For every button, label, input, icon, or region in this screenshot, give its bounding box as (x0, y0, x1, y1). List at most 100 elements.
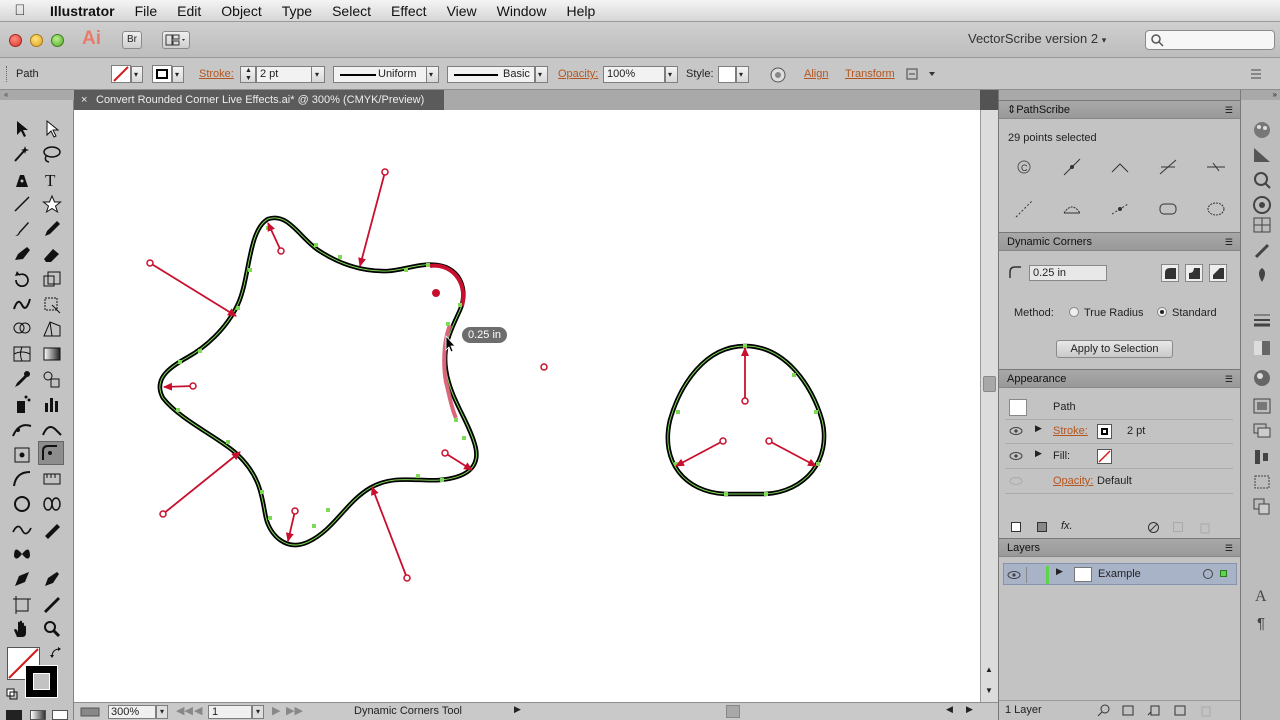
shape-builder-tool-icon[interactable] (10, 318, 34, 340)
scroll-right-icon[interactable]: ▶ (966, 704, 973, 715)
opacity-panel-link[interactable]: Opacity: (558, 68, 598, 80)
make-clipping-mask-icon[interactable] (1121, 704, 1135, 717)
brush-dropdown[interactable]: ▾ (535, 66, 548, 83)
menu-select[interactable]: Select (322, 3, 381, 19)
hand-tool-icon[interactable] (10, 618, 34, 640)
workspace-switcher[interactable]: VectorScribe version 2 ▾ (968, 31, 1106, 46)
star-tool-icon[interactable] (40, 193, 64, 215)
recolor-artwork-icon[interactable] (769, 66, 787, 84)
layer-target-icon[interactable] (1203, 569, 1213, 579)
artboard-number-input[interactable]: 1 (208, 705, 252, 719)
symbol-sprayer-tool-icon[interactable] (10, 393, 34, 415)
none-mode-button[interactable] (52, 710, 68, 720)
clear-appearance-icon[interactable] (1147, 521, 1160, 534)
brush-definition-select[interactable]: Basic (447, 66, 535, 83)
artboard-canvas[interactable]: 0.25 in (74, 110, 980, 702)
appearance-fill-row[interactable]: ▶ Fill: (1005, 445, 1233, 469)
smooth-point-icon[interactable] (1157, 156, 1179, 178)
lasso-tool-icon[interactable] (40, 143, 64, 165)
appearance-fill-swatch[interactable] (1097, 449, 1112, 464)
zoom-tool-icon[interactable] (40, 618, 64, 640)
free-transform-tool-icon[interactable] (40, 293, 64, 315)
corner-point-icon[interactable] (1061, 156, 1083, 178)
menu-window[interactable]: Window (487, 3, 557, 19)
layer-visibility-eye-icon[interactable] (1007, 569, 1021, 581)
standard-radio[interactable] (1157, 307, 1167, 317)
expand-panels-icon[interactable]: » (1241, 90, 1280, 100)
dynamic-corners-tool-active[interactable] (38, 441, 64, 465)
paragraph-panel-icon[interactable]: ¶ (1251, 612, 1273, 632)
appearance-stroke-row[interactable]: ▶ Stroke: 2 pt (1005, 420, 1233, 444)
create-sublayer-icon[interactable] (1147, 704, 1161, 717)
panel-menu-icon[interactable]: ☰ (1225, 101, 1233, 119)
magic-wand-tool-icon[interactable] (10, 143, 34, 165)
pathfinder-panel-icon[interactable] (1251, 496, 1273, 516)
slice-tool-icon[interactable] (40, 593, 64, 615)
expand-layer-icon[interactable]: ▶ (1056, 566, 1063, 577)
menu-object[interactable]: Object (211, 3, 271, 19)
stroke-panel-link[interactable]: Stroke: (199, 68, 234, 80)
fill-swatch[interactable] (111, 65, 131, 83)
appearance-opacity-row[interactable]: Opacity: Default (1005, 470, 1233, 494)
transparency-panel-icon[interactable] (1251, 338, 1273, 358)
bridge-button[interactable]: Br (122, 31, 142, 49)
control-options-icon[interactable] (905, 66, 937, 82)
panel-menu-icon[interactable]: ☰ (1225, 539, 1233, 557)
vectorscribe-smart-point-tool-icon[interactable] (10, 443, 34, 465)
selection-tool-icon[interactable] (10, 118, 34, 140)
menu-help[interactable]: Help (556, 3, 605, 19)
stroke-panel-icon[interactable] (1251, 310, 1273, 330)
add-points-icon[interactable] (1061, 198, 1083, 220)
control-bar-grip[interactable] (6, 66, 10, 82)
close-window-button[interactable] (9, 34, 22, 47)
symbols-panel-icon[interactable] (1251, 265, 1273, 285)
inverted-corner-button[interactable] (1185, 264, 1203, 282)
zoom-level-input[interactable]: 300% (108, 705, 156, 719)
vectorscribe-wave-tool-icon[interactable] (10, 518, 34, 540)
layers-panel-title[interactable]: Layers ☰ (999, 538, 1241, 557)
pen-variant-tool-icon[interactable] (40, 568, 64, 590)
triangle-widget-handles[interactable] (719, 397, 773, 445)
close-path-icon[interactable] (1157, 198, 1179, 220)
profile-dropdown[interactable]: ▾ (426, 66, 439, 83)
vertical-scroll-thumb[interactable] (983, 376, 996, 392)
vectorscribe-butterfly-tool-icon[interactable] (10, 543, 34, 565)
add-new-effect-icon[interactable]: fx. (1061, 520, 1073, 532)
previous-artboard-icon[interactable]: ◀ (194, 704, 202, 717)
corner-widget-handles[interactable] (146, 168, 548, 582)
mesh-tool-icon[interactable] (10, 343, 34, 365)
blend-tool-icon[interactable] (40, 368, 64, 390)
stroke-swatch[interactable] (152, 65, 172, 83)
appearance-stroke-label[interactable]: Stroke: (1053, 425, 1088, 437)
add-new-stroke-icon[interactable] (1011, 522, 1021, 532)
appearance-opacity-label[interactable]: Opacity: (1053, 475, 1093, 487)
stroke-weight-stepper[interactable]: ▲ ▼ (240, 66, 256, 83)
align-panel-link[interactable]: Align (804, 68, 828, 80)
straight-point-icon[interactable] (1205, 156, 1227, 178)
cusp-point-icon[interactable] (1109, 156, 1131, 178)
appearance-target-row[interactable]: Path (1005, 396, 1233, 420)
round-corner-button[interactable] (1161, 264, 1179, 282)
corner-radius-input[interactable]: 0.25 in (1029, 265, 1107, 281)
status-menu-icon[interactable]: ▶ (514, 704, 521, 715)
document-tab[interactable]: × Convert Rounded Corner Live Effects.ai… (74, 90, 444, 110)
vectorscribe-shape-ellipse-tool-icon[interactable] (40, 493, 64, 515)
variable-width-profile-select[interactable]: Uniform (333, 66, 427, 83)
gradient-tool-icon[interactable] (40, 343, 64, 365)
zoom-dropdown[interactable]: ▾ (156, 705, 168, 719)
apply-to-selection-button[interactable]: Apply to Selection (1056, 340, 1173, 358)
default-fill-stroke-icon[interactable] (6, 688, 18, 700)
perspective-grid-tool-icon[interactable] (40, 318, 64, 340)
swap-fill-stroke-icon[interactable] (49, 646, 63, 660)
vectorscribe-cut-tool-icon[interactable] (40, 518, 64, 540)
last-artboard-icon[interactable]: ▶▶ (286, 704, 303, 717)
apple-icon[interactable]:  (0, 2, 40, 19)
pathscribe-panel-title[interactable]: ⇕PathScribe ☰ (999, 100, 1241, 119)
visibility-eye-icon[interactable] (1009, 450, 1023, 462)
arrange-documents-button[interactable] (162, 31, 190, 49)
warp-tool-icon[interactable] (10, 293, 34, 315)
layer-row[interactable]: ▶ Example (1003, 563, 1237, 585)
locate-object-icon[interactable] (1097, 704, 1111, 717)
color-mode-button[interactable] (6, 710, 22, 720)
panel-menu-icon[interactable]: ☰ (1225, 233, 1233, 251)
